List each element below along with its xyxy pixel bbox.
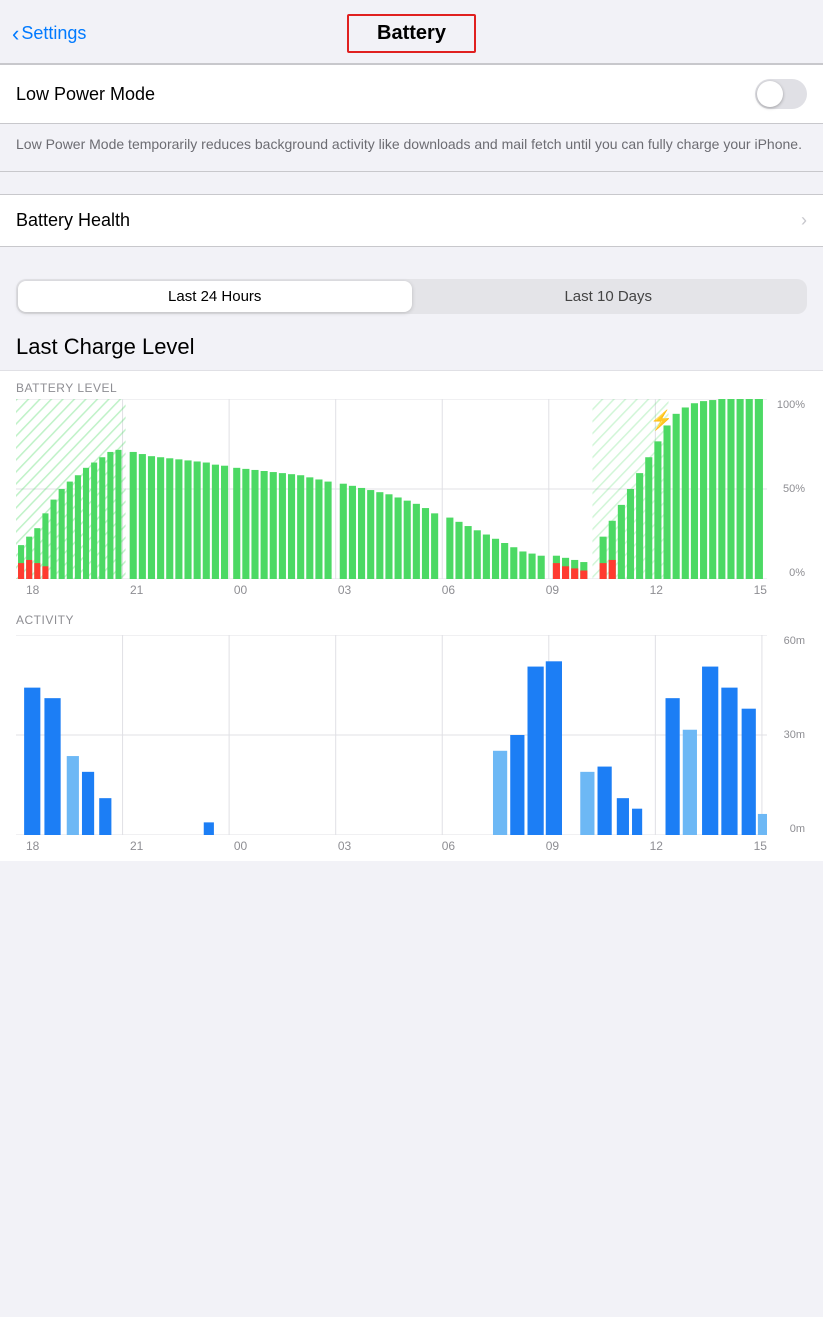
battery-chart-wrapper: 100% 50% 0% bbox=[16, 399, 807, 579]
back-label: Settings bbox=[21, 23, 86, 44]
toggle-knob bbox=[757, 81, 783, 107]
page-title-box: Battery bbox=[347, 14, 476, 53]
activity-y-30: 30m bbox=[773, 729, 805, 741]
activity-chart-section: ACTIVITY 60m 30m 0m bbox=[16, 613, 807, 835]
page-title: Battery bbox=[377, 22, 446, 44]
spacer bbox=[0, 247, 823, 269]
battery-level-chart-section: BATTERY LEVEL 100% 50% 0% bbox=[16, 381, 807, 579]
battery-time-axis: 18 21 00 03 06 09 12 15 bbox=[16, 579, 807, 605]
segment-control-section: Last 24 Hours Last 10 Days bbox=[0, 269, 823, 326]
segment-control: Last 24 Hours Last 10 Days bbox=[16, 279, 807, 314]
low-power-mode-label: Low Power Mode bbox=[16, 84, 155, 105]
battery-level-label: BATTERY LEVEL bbox=[16, 381, 807, 395]
time-06: 06 bbox=[442, 583, 455, 597]
act-time-21: 21 bbox=[130, 839, 143, 853]
low-power-mode-description: Low Power Mode temporarily reduces backg… bbox=[0, 124, 823, 172]
act-time-18: 18 bbox=[26, 839, 39, 853]
activity-label: ACTIVITY bbox=[16, 613, 807, 627]
navigation-header: ‹ Settings Battery bbox=[0, 0, 823, 64]
activity-y-axis: 60m 30m 0m bbox=[771, 635, 807, 835]
charts-area: BATTERY LEVEL 100% 50% 0% bbox=[0, 370, 823, 861]
time-12: 12 bbox=[650, 583, 663, 597]
back-chevron-icon: ‹ bbox=[12, 21, 19, 47]
time-15: 15 bbox=[754, 583, 767, 597]
act-time-15: 15 bbox=[754, 839, 767, 853]
battery-chart-svg: ⚡ bbox=[16, 399, 767, 579]
battery-chart-container: ⚡ bbox=[16, 399, 767, 579]
act-time-12: 12 bbox=[650, 839, 663, 853]
time-18: 18 bbox=[26, 583, 39, 597]
activity-chart-container bbox=[16, 635, 767, 835]
battery-y-0: 0% bbox=[773, 567, 805, 579]
battery-health-label: Battery Health bbox=[16, 210, 130, 231]
last-charge-level-section: Last Charge Level bbox=[0, 326, 823, 360]
time-03: 03 bbox=[338, 583, 351, 597]
time-00: 00 bbox=[234, 583, 247, 597]
activity-time-axis: 18 21 00 03 06 09 12 15 bbox=[16, 835, 807, 861]
battery-y-50: 50% bbox=[773, 483, 805, 495]
back-button[interactable]: ‹ Settings bbox=[12, 21, 86, 47]
activity-chart-wrapper: 60m 30m 0m bbox=[16, 635, 807, 835]
svg-text:⚡: ⚡ bbox=[650, 409, 673, 431]
segment-last-10-days[interactable]: Last 10 Days bbox=[412, 281, 806, 312]
last-charge-level-title: Last Charge Level bbox=[16, 334, 807, 360]
segment-last-24-hours[interactable]: Last 24 Hours bbox=[18, 281, 412, 312]
activity-y-60: 60m bbox=[773, 635, 805, 647]
activity-chart-svg bbox=[16, 635, 767, 835]
time-09: 09 bbox=[546, 583, 559, 597]
act-time-09: 09 bbox=[546, 839, 559, 853]
battery-health-section: Battery Health › bbox=[0, 194, 823, 247]
low-power-mode-desc-text: Low Power Mode temporarily reduces backg… bbox=[16, 136, 802, 152]
act-time-06: 06 bbox=[442, 839, 455, 853]
battery-y-axis: 100% 50% 0% bbox=[771, 399, 807, 579]
battery-health-row[interactable]: Battery Health › bbox=[0, 195, 823, 246]
low-power-mode-section: Low Power Mode bbox=[0, 64, 823, 124]
battery-y-100: 100% bbox=[773, 399, 805, 411]
activity-y-0: 0m bbox=[773, 823, 805, 835]
low-power-mode-row: Low Power Mode bbox=[0, 65, 823, 123]
act-time-00: 00 bbox=[234, 839, 247, 853]
time-21: 21 bbox=[130, 583, 143, 597]
battery-health-chevron-icon: › bbox=[801, 210, 807, 231]
act-time-03: 03 bbox=[338, 839, 351, 853]
low-power-mode-toggle[interactable] bbox=[755, 79, 807, 109]
